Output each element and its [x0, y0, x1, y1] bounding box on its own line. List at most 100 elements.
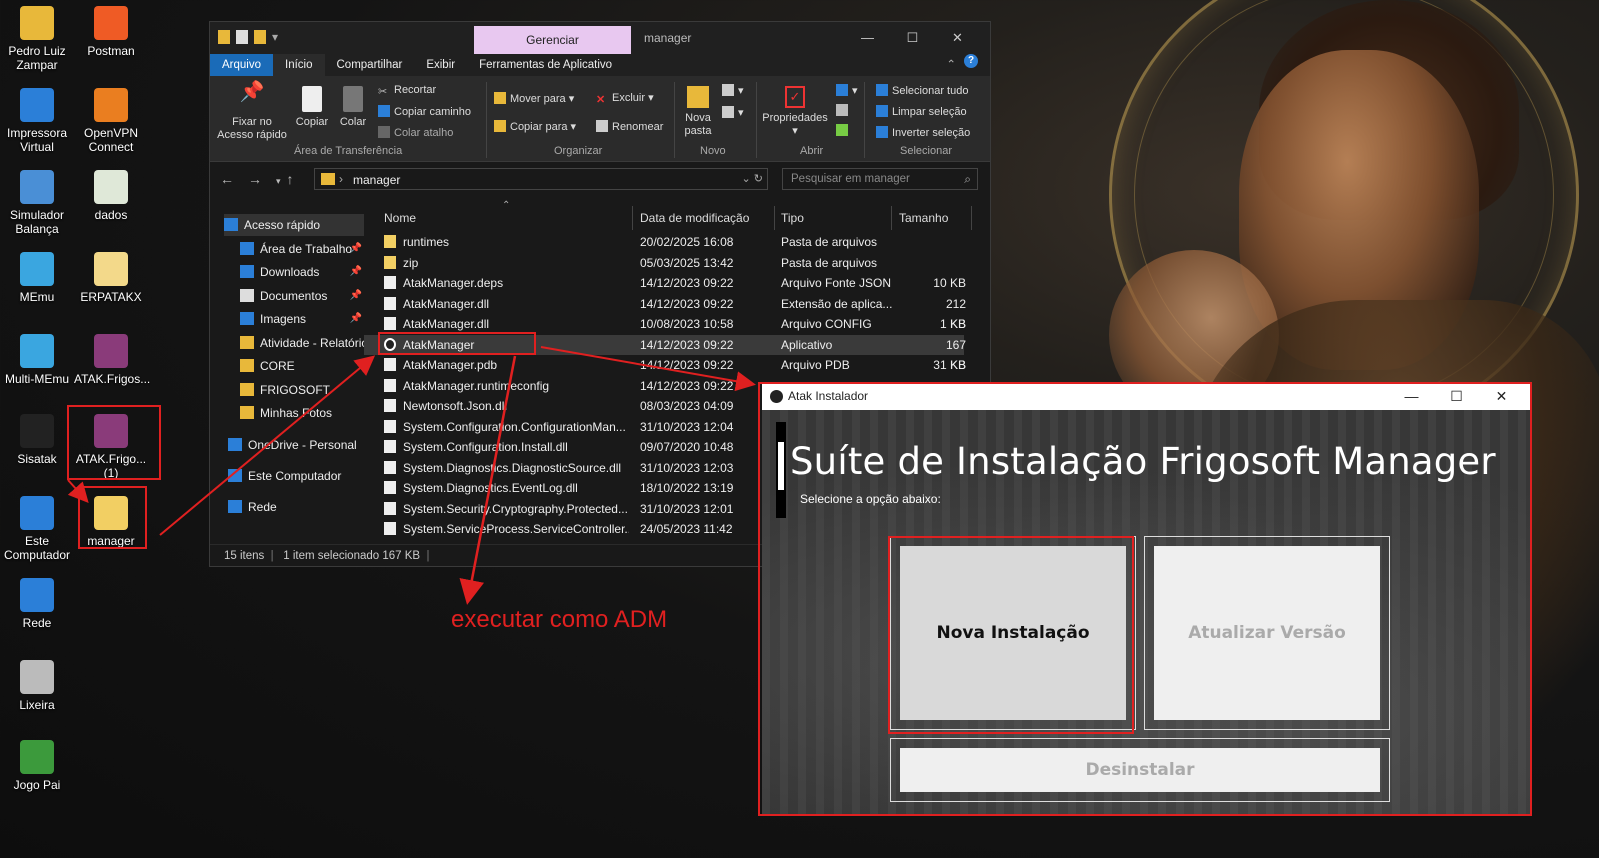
- nav-item-label: Área de Trabalho: [260, 242, 353, 256]
- nav-item[interactable]: Este Computador: [228, 465, 364, 487]
- column-type[interactable]: Tipo: [781, 206, 804, 230]
- user-folder-icon: [20, 6, 54, 40]
- desktop-icon[interactable]: Este Computador: [0, 496, 74, 562]
- paste-button[interactable]: Colar: [336, 86, 370, 129]
- back-icon[interactable]: ←: [220, 171, 248, 187]
- file-name: System.Configuration.Install.dll: [403, 440, 568, 454]
- column-size[interactable]: Tamanho: [899, 206, 948, 230]
- nav-item[interactable]: Downloads 📌: [240, 261, 364, 283]
- column-divider: [774, 206, 775, 230]
- cut-button[interactable]: ✂ Recortar: [378, 84, 436, 98]
- tab-ferramentas[interactable]: Ferramentas de Aplicativo: [467, 54, 624, 76]
- new-folder-button[interactable]: Nova pasta: [680, 86, 716, 138]
- desktop-icon[interactable]: Simulador Balança: [0, 170, 74, 236]
- nav-item[interactable]: Acesso rápido: [224, 214, 364, 236]
- help-icon[interactable]: ?: [964, 54, 978, 68]
- nav-item[interactable]: Área de Trabalho 📌: [240, 238, 364, 260]
- desktop-icon[interactable]: Sisatak: [0, 414, 74, 466]
- copy-to-button[interactable]: Copiar para ▾: [494, 120, 576, 134]
- desktop-icon[interactable]: MEmu: [0, 252, 74, 304]
- nav-item[interactable]: OneDrive - Personal: [228, 434, 364, 456]
- desktop-icon-label: Postman: [87, 44, 135, 58]
- nav-item[interactable]: Documentos 📌: [240, 285, 364, 307]
- tab-inicio[interactable]: Início: [273, 54, 325, 76]
- nav-item[interactable]: Rede: [228, 496, 364, 518]
- file-date: 14/12/2023 09:22: [640, 358, 734, 372]
- collapse-ribbon-icon[interactable]: ⌃: [946, 54, 956, 76]
- new-folder-icon[interactable]: [254, 30, 266, 44]
- highlight-atakmanager-app: [378, 332, 536, 355]
- search-input[interactable]: Pesquisar em manager ⌕: [782, 168, 978, 190]
- refresh-icon[interactable]: ⌄ ↻: [742, 172, 764, 185]
- close-button[interactable]: ✕: [935, 26, 980, 50]
- invert-selection-button[interactable]: Inverter seleção: [876, 126, 970, 140]
- ribbon-divider: [756, 82, 757, 158]
- group-new: Novo: [700, 145, 726, 157]
- new-item-button[interactable]: ▾: [722, 84, 744, 98]
- desktop-icon[interactable]: Lixeira: [0, 660, 74, 712]
- file-row[interactable]: AtakManager.pdb 14/12/2023 09:22 Arquivo P…: [364, 355, 966, 376]
- desktop-icon[interactable]: Pedro Luiz Zampar: [0, 6, 74, 72]
- tab-arquivo[interactable]: Arquivo: [210, 54, 273, 76]
- file-icon: [384, 522, 396, 535]
- pin-quick-access-button[interactable]: 📌 Fixar no Acesso rápido: [216, 82, 288, 142]
- desktop-icon[interactable]: OpenVPN Connect: [74, 88, 148, 154]
- desktop-icon[interactable]: Impressora Virtual: [0, 88, 74, 154]
- nav-item[interactable]: Minhas Fotos: [240, 402, 364, 424]
- tab-manage[interactable]: Gerenciar: [474, 26, 631, 54]
- desktop-icon[interactable]: dados: [74, 170, 148, 222]
- file-row[interactable]: runtimes 20/02/2025 16:08 Pasta de arquivo…: [364, 232, 964, 253]
- clear-selection-button[interactable]: Limpar seleção: [876, 105, 967, 119]
- explorer-titlebar[interactable]: ▾ Gerenciar manager — ☐ ✕: [210, 22, 990, 54]
- column-name[interactable]: Nome: [384, 206, 416, 230]
- properties-icon[interactable]: [236, 30, 248, 44]
- nav-item-label: Documentos: [260, 289, 328, 303]
- desktop-icon[interactable]: Rede: [0, 578, 74, 630]
- paste-shortcut-button[interactable]: Colar atalho: [378, 126, 453, 140]
- nav-item[interactable]: CORE: [240, 355, 364, 377]
- nav-item[interactable]: FRIGOSOFT: [240, 379, 364, 401]
- desktop-icon[interactable]: Jogo Pai: [0, 740, 74, 792]
- move-to-button[interactable]: Mover para ▾: [494, 92, 574, 106]
- scale-icon: [20, 170, 54, 204]
- desktop-icon[interactable]: ERPATAKX: [74, 252, 148, 304]
- properties-button[interactable]: ✓ Propriedades ▾: [760, 86, 830, 138]
- file-name: Newtonsoft.Json.dll: [403, 399, 508, 413]
- file-date: 09/07/2020 10:48: [640, 440, 734, 454]
- forward-icon[interactable]: →: [248, 171, 276, 187]
- edit-button[interactable]: [836, 104, 852, 118]
- copy-path-button[interactable]: Copiar caminho: [378, 105, 471, 119]
- open-button[interactable]: ▾: [836, 84, 858, 98]
- chevron-right-icon: ›: [339, 172, 343, 186]
- tab-exibir[interactable]: Exibir: [414, 54, 467, 76]
- nav-item[interactable]: Atividade - Relatório: [240, 332, 364, 354]
- easy-access-button[interactable]: ▾: [722, 106, 744, 120]
- tab-compartilhar[interactable]: Compartilhar: [325, 54, 415, 76]
- chevron-down-icon[interactable]: ▾: [272, 30, 278, 44]
- address-bar-row: ←→▾↑ › manager ⌄ ↻ Pesquisar em manager …: [210, 162, 990, 196]
- nav-item-icon: [240, 383, 254, 396]
- copy-button[interactable]: Copiar: [292, 86, 332, 129]
- select-all-button[interactable]: Selecionar tudo: [876, 84, 968, 98]
- rename-button[interactable]: Renomear: [596, 120, 663, 134]
- folder-icon: [321, 173, 335, 185]
- pin-icon: 📌: [349, 243, 362, 254]
- file-name: System.Diagnostics.DiagnosticSource.dll: [403, 460, 622, 475]
- file-row[interactable]: zip 05/03/2025 13:42 Pasta de arquivos: [364, 253, 964, 274]
- up-icon[interactable]: ↑: [287, 171, 308, 187]
- minimize-button[interactable]: —: [845, 26, 890, 50]
- history-button[interactable]: [836, 124, 852, 138]
- address-input[interactable]: › manager ⌄ ↻: [314, 168, 768, 190]
- delete-button[interactable]: ✕ Excluir ▾: [596, 92, 654, 106]
- desktop-icon[interactable]: Multi-MEmu: [0, 334, 74, 386]
- column-date[interactable]: Data de modificação: [640, 206, 749, 230]
- nav-item-icon: [240, 359, 254, 372]
- maximize-button[interactable]: ☐: [890, 26, 935, 50]
- nav-item[interactable]: Imagens 📌: [240, 308, 364, 330]
- file-row[interactable]: AtakManager.deps 14/12/2023 09:22 Arquivo …: [364, 273, 966, 294]
- desktop-icon[interactable]: Postman: [74, 6, 148, 58]
- recent-chevron-icon[interactable]: ▾: [276, 176, 287, 186]
- file-row[interactable]: AtakManager.dll 14/12/2023 09:22 Extensão …: [364, 294, 966, 331]
- new-folder-icon: [687, 86, 709, 108]
- desktop-icon[interactable]: ATAK.Frigos...: [74, 334, 150, 386]
